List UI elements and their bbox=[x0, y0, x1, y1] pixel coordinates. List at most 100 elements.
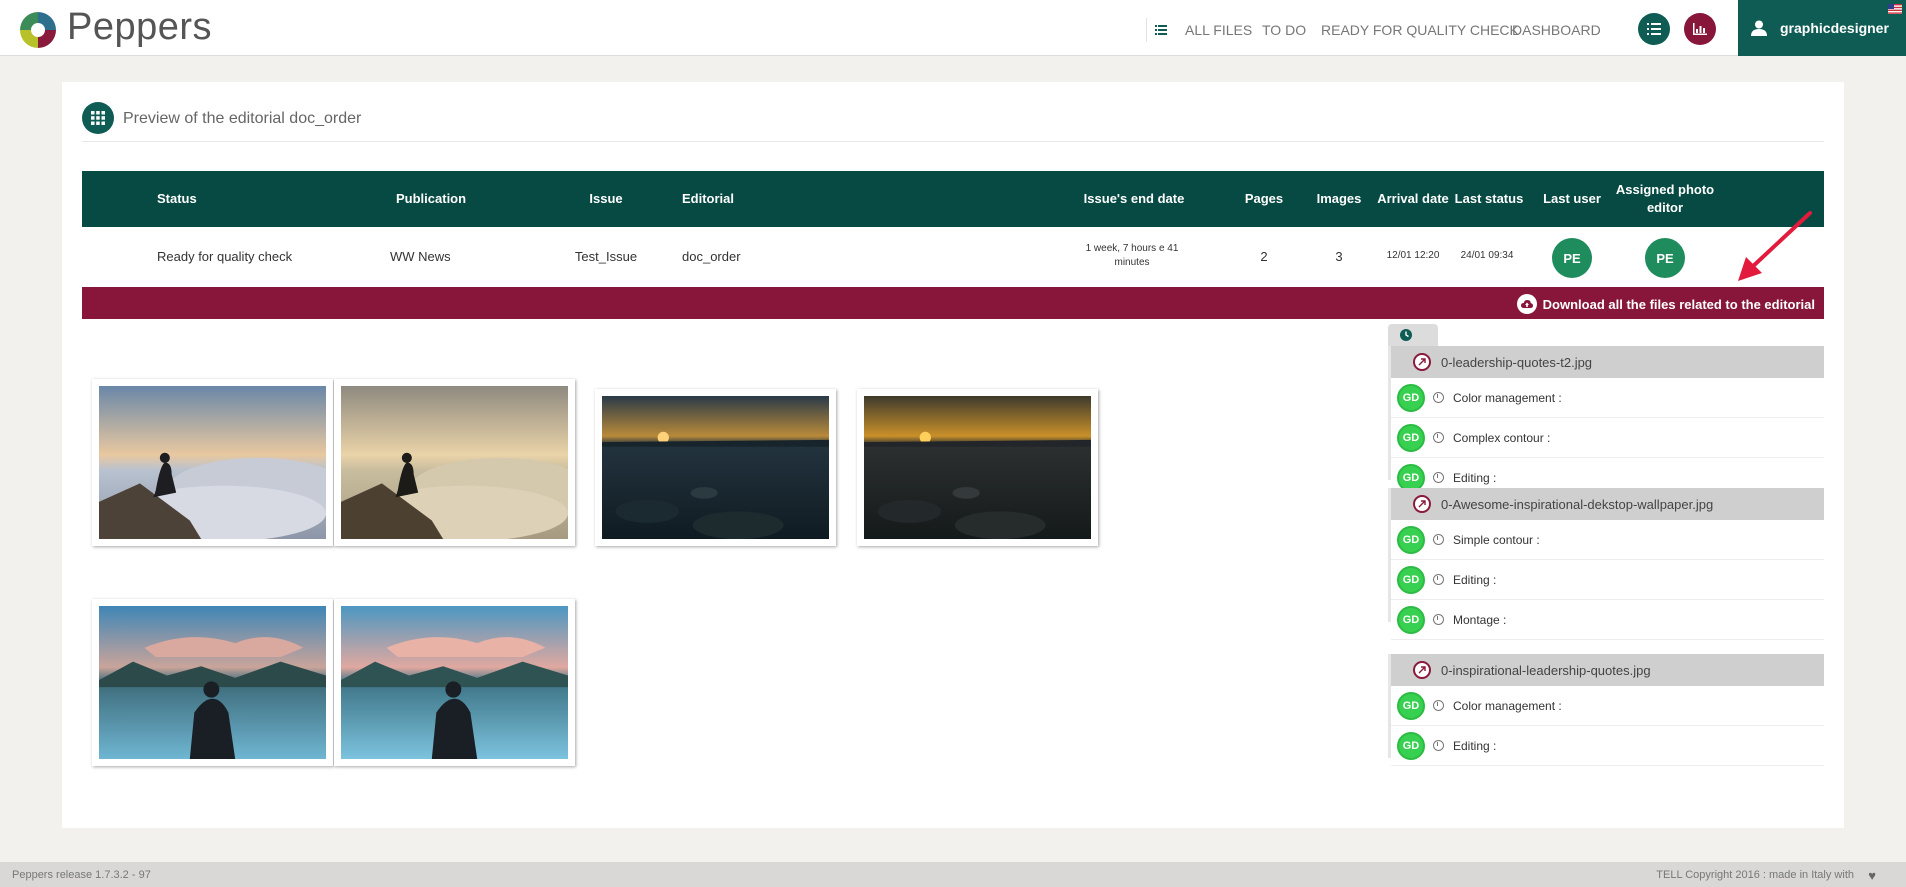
peppers-logo[interactable] bbox=[18, 10, 58, 50]
image-thumbnail[interactable] bbox=[92, 379, 333, 546]
col-editorial: Editorial bbox=[682, 191, 735, 206]
image-thumbnail[interactable] bbox=[334, 379, 575, 546]
cell-arrival-date: 12/01 12:20 bbox=[1386, 250, 1440, 261]
annotation-arrow bbox=[1738, 211, 1812, 281]
list-icon[interactable] bbox=[1146, 18, 1174, 42]
last-user-avatar[interactable]: PE bbox=[1552, 238, 1592, 278]
file-block: 0-Awesome-inspirational-dekstop-wallpape… bbox=[1388, 488, 1824, 640]
task-row: GD Montage : bbox=[1391, 600, 1824, 640]
task-row: GD Color management : bbox=[1391, 686, 1824, 726]
user-menu[interactable]: graphicdesigner bbox=[1738, 0, 1906, 56]
release-info: Peppers release 1.7.3.2 - 97 bbox=[12, 869, 151, 881]
user-avatar[interactable]: GD bbox=[1397, 525, 1425, 554]
clock-icon bbox=[1400, 329, 1412, 341]
col-arrival-date: Arrival date bbox=[1377, 191, 1449, 206]
copyright: TELL Copyright 2016 : made in Italy with bbox=[1656, 869, 1854, 881]
table-row[interactable]: Ready for quality check WW News Test_Iss… bbox=[82, 227, 1824, 287]
cell-last-status: 24/01 09:34 bbox=[1460, 250, 1514, 261]
cell-publication: WW News bbox=[390, 249, 451, 264]
list-icon bbox=[1647, 23, 1661, 35]
us-flag-icon[interactable] bbox=[1888, 4, 1902, 14]
app-name: Peppers bbox=[67, 6, 213, 48]
image-thumbnail[interactable] bbox=[334, 599, 575, 766]
photo-sunset-rocky-shore-warm bbox=[864, 396, 1091, 539]
image-file-icon bbox=[1413, 661, 1431, 679]
image-thumbnail[interactable] bbox=[857, 389, 1098, 546]
clock-icon bbox=[1433, 574, 1444, 585]
user-avatar[interactable]: GD bbox=[1397, 605, 1425, 634]
nav-to-do[interactable]: TO DO bbox=[1262, 22, 1306, 38]
cell-end-date-line1: 1 week, 7 hours e 41 bbox=[1085, 243, 1179, 254]
clock-icon bbox=[1433, 392, 1444, 403]
panel-tab[interactable] bbox=[1388, 324, 1438, 346]
user-avatar[interactable]: GD bbox=[1397, 691, 1425, 720]
file-header[interactable]: 0-inspirational-leadership-quotes.jpg bbox=[1391, 654, 1824, 686]
file-header[interactable]: 0-leadership-quotes-t2.jpg bbox=[1391, 346, 1824, 378]
task-row: GD Simple contour : bbox=[1391, 520, 1824, 560]
image-thumbnail[interactable] bbox=[595, 389, 836, 546]
top-bar: Peppers ALL FILES TO DO READY FOR QUALIT… bbox=[0, 0, 1906, 56]
cell-pages: 2 bbox=[1260, 249, 1268, 264]
file-name: 0-leadership-quotes-t2.jpg bbox=[1441, 354, 1593, 370]
heart-icon: ♥ bbox=[1868, 868, 1876, 883]
clock-icon bbox=[1433, 472, 1444, 483]
col-issue: Issue bbox=[589, 191, 623, 206]
cell-status: Ready for quality check bbox=[157, 249, 293, 264]
user-icon bbox=[1751, 20, 1767, 36]
footer: Peppers release 1.7.3.2 - 97 TELL Copyri… bbox=[0, 862, 1906, 887]
file-header[interactable]: 0-Awesome-inspirational-dekstop-wallpape… bbox=[1391, 488, 1824, 520]
stats-button[interactable] bbox=[1684, 13, 1716, 45]
clock-icon bbox=[1433, 740, 1444, 751]
col-end-date: Issue's end date bbox=[1083, 191, 1185, 206]
photo-man-above-clouds-warm bbox=[341, 386, 568, 539]
image-file-icon bbox=[1413, 353, 1431, 371]
cell-editorial: doc_order bbox=[682, 249, 741, 264]
username: graphicdesigner bbox=[1780, 20, 1889, 36]
cell-issue: Test_Issue bbox=[574, 249, 638, 264]
clock-icon bbox=[1433, 700, 1444, 711]
table-header: Status Publication Issue Editorial Issue… bbox=[82, 171, 1824, 227]
col-last-user: Last user bbox=[1543, 191, 1601, 206]
task-row: GD Editing : bbox=[1391, 726, 1824, 766]
page-title: Preview of the editorial doc_order bbox=[123, 110, 362, 127]
photo-sunset-rocky-shore bbox=[602, 396, 829, 539]
photo-man-mountain-lake-edited bbox=[341, 606, 568, 759]
col-status: Status bbox=[157, 191, 197, 206]
user-avatar[interactable]: GD bbox=[1397, 731, 1425, 760]
task-row: GD Editing : bbox=[1391, 560, 1824, 600]
main-card: Preview of the editorial doc_order Statu… bbox=[62, 82, 1844, 828]
download-bar: Download all the files related to the ed… bbox=[82, 287, 1824, 319]
task-label: Editing : bbox=[1453, 738, 1497, 753]
assigned-editor-avatar[interactable]: PE bbox=[1645, 238, 1685, 278]
photo-man-above-clouds bbox=[99, 386, 326, 539]
nav-dashboard[interactable]: DASHBOARD bbox=[1512, 22, 1601, 38]
task-row: GD Color management : bbox=[1391, 378, 1824, 418]
clock-icon bbox=[1433, 432, 1444, 443]
download-all-label: Download all the files related to the ed… bbox=[1542, 296, 1815, 312]
user-avatar[interactable]: GD bbox=[1397, 383, 1425, 412]
task-label: Montage : bbox=[1453, 612, 1507, 627]
col-images: Images bbox=[1316, 191, 1362, 206]
task-label: Color management : bbox=[1453, 698, 1562, 713]
task-label: Complex contour : bbox=[1453, 430, 1551, 445]
file-task-panel: 0-leadership-quotes-t2.jpg GD Color manag… bbox=[1388, 324, 1824, 804]
list-view-button[interactable] bbox=[1638, 13, 1670, 45]
cell-end-date-line2: minutes bbox=[1114, 257, 1150, 268]
task-label: Simple contour : bbox=[1453, 532, 1540, 547]
col-pages: Pages bbox=[1244, 191, 1284, 206]
nav-ready-for-quality-check[interactable]: READY FOR QUALITY CHECK bbox=[1321, 22, 1519, 38]
task-label: Color management : bbox=[1453, 390, 1562, 405]
user-avatar[interactable]: GD bbox=[1397, 423, 1425, 452]
photo-man-mountain-lake bbox=[99, 606, 326, 759]
image-thumbnail[interactable] bbox=[92, 599, 333, 766]
image-file-icon bbox=[1413, 495, 1431, 513]
nav-all-files[interactable]: ALL FILES bbox=[1185, 22, 1252, 38]
col-publication: Publication bbox=[396, 191, 467, 206]
file-name: 0-inspirational-leadership-quotes.jpg bbox=[1441, 662, 1651, 678]
task-label: Editing : bbox=[1453, 470, 1497, 485]
bar-chart-icon bbox=[1693, 23, 1707, 35]
download-all-button[interactable]: Download all the files related to the ed… bbox=[1516, 294, 1815, 314]
file-block: 0-leadership-quotes-t2.jpg GD Color manag… bbox=[1388, 346, 1824, 498]
task-label: Editing : bbox=[1453, 572, 1497, 587]
user-avatar[interactable]: GD bbox=[1397, 565, 1425, 594]
